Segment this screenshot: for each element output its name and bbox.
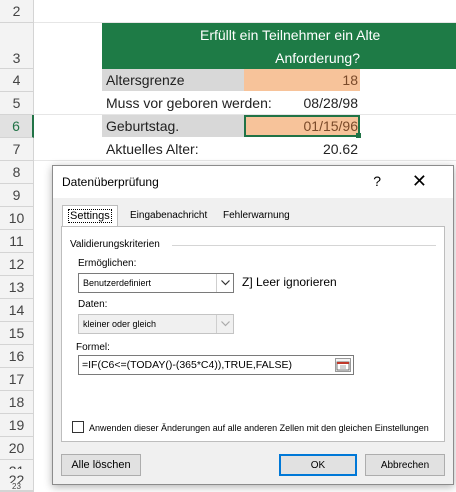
tab-input-message[interactable]: Eingabenachricht bbox=[124, 206, 213, 226]
row-header[interactable]: 4 bbox=[0, 69, 34, 92]
data-validation-dialog: Datenüberprüfung ? ✕ Settings Eingabenac… bbox=[52, 165, 454, 485]
row-header[interactable]: 19 bbox=[0, 414, 34, 437]
row-header[interactable]: 23 bbox=[0, 482, 34, 491]
clear-all-button[interactable]: Alle löschen bbox=[61, 454, 141, 476]
row-header[interactable]: 16 bbox=[0, 345, 34, 368]
row-header[interactable]: 18 bbox=[0, 391, 34, 414]
age-limit-label: Altersgrenze bbox=[106, 72, 185, 88]
ok-button[interactable]: OK bbox=[279, 454, 357, 476]
dialog-title: Datenüberprüfung bbox=[62, 175, 159, 189]
apply-all-checkbox[interactable] bbox=[72, 421, 84, 433]
tab-settings-label: Settings bbox=[68, 209, 112, 223]
fill-handle[interactable] bbox=[356, 133, 361, 138]
range-select-icon[interactable] bbox=[335, 358, 351, 372]
tab-error-alert[interactable]: Fehlerwarnung bbox=[217, 206, 296, 226]
chevron-down-icon[interactable] bbox=[216, 274, 233, 292]
settings-panel: Validierungskriterien Ermöglichen: Benut… bbox=[61, 226, 445, 442]
chevron-down-icon[interactable] bbox=[216, 315, 233, 333]
cancel-button[interactable]: Abbrechen bbox=[365, 454, 445, 476]
formula-label: Formel: bbox=[76, 342, 110, 353]
birthday-label: Geburtstag. bbox=[106, 118, 180, 134]
data-label: Daten: bbox=[78, 299, 108, 310]
data-dropdown-value: kleiner oder gleich bbox=[83, 319, 157, 329]
apply-all-label: Anwenden dieser Änderungen auf alle ande… bbox=[89, 423, 429, 433]
allow-dropdown[interactable]: Benutzerdefiniert bbox=[78, 273, 234, 293]
ignore-blank-checkbox[interactable]: Z] Leer ignorieren bbox=[242, 275, 337, 289]
help-button[interactable]: ? bbox=[373, 173, 381, 189]
row-header[interactable]: 3 bbox=[0, 23, 34, 69]
row-header[interactable]: 9 bbox=[0, 184, 34, 207]
born-before-label: Muss vor geboren werden: bbox=[106, 95, 272, 111]
row-7: 7 bbox=[0, 138, 456, 161]
row-header[interactable]: 15 bbox=[0, 322, 34, 345]
row-header-active[interactable]: 6 bbox=[0, 115, 34, 138]
birthday-value: 01/15/96 bbox=[303, 118, 359, 134]
born-before-value: 08/28/98 bbox=[303, 95, 359, 111]
criteria-group-label: Validierungskriterien bbox=[70, 239, 160, 250]
row-header[interactable]: 20 bbox=[0, 437, 34, 460]
row-2: 2 bbox=[0, 0, 456, 23]
row-header[interactable]: 5 bbox=[0, 92, 34, 115]
row-header[interactable]: 10 bbox=[0, 207, 34, 230]
group-divider bbox=[172, 245, 436, 246]
header-title-line1: Erfüllt ein Teilnehmer ein Alte bbox=[200, 27, 381, 43]
row-header[interactable]: 17 bbox=[0, 368, 34, 391]
row-header[interactable]: 13 bbox=[0, 276, 34, 299]
tab-settings[interactable]: Settings bbox=[62, 205, 118, 227]
allow-dropdown-value: Benutzerdefiniert bbox=[83, 278, 152, 288]
row-header[interactable]: 11 bbox=[0, 230, 34, 253]
row-header[interactable]: 7 bbox=[0, 138, 34, 161]
formula-input[interactable]: =IF(C6<=(TODAY()-(365*C4)),TRUE,FALSE) bbox=[78, 355, 354, 375]
data-dropdown[interactable]: kleiner oder gleich bbox=[78, 314, 234, 334]
current-age-value: 20.62 bbox=[322, 141, 358, 157]
header-title-line2: Anforderung? bbox=[275, 50, 360, 66]
row-header[interactable]: 8 bbox=[0, 161, 34, 184]
formula-value: =IF(C6<=(TODAY()-(365*C4)),TRUE,FALSE) bbox=[82, 359, 292, 371]
age-limit-value: 18 bbox=[342, 72, 358, 88]
current-age-label: Aktuelles Alter: bbox=[106, 141, 199, 157]
close-icon[interactable]: ✕ bbox=[412, 171, 427, 191]
row-header[interactable]: 14 bbox=[0, 299, 34, 322]
row-header[interactable]: 12 bbox=[0, 253, 34, 276]
dialog-titlebar[interactable]: Datenüberprüfung ? ✕ bbox=[53, 166, 453, 198]
allow-label: Ermöglichen: bbox=[78, 258, 137, 269]
row-header[interactable]: 2 bbox=[0, 0, 34, 23]
